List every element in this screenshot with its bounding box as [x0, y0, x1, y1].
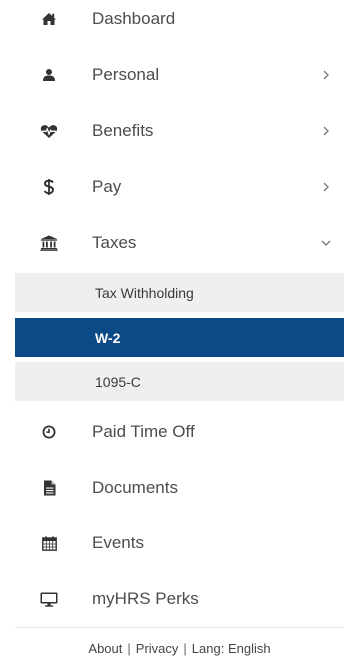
- chevron-right-icon: [320, 181, 332, 193]
- footer-divider: [15, 627, 344, 628]
- nav-item-label: Paid Time Off: [92, 422, 195, 441]
- subnav-item-tax-withholding[interactable]: Tax Withholding: [15, 273, 344, 312]
- language-link[interactable]: Lang: English: [192, 641, 271, 656]
- nav-item-label: Benefits: [92, 121, 154, 140]
- nav-item-label: Events: [92, 533, 144, 552]
- nav-item-myhrs-perks[interactable]: myHRS Perks: [0, 571, 344, 627]
- nav-item-paid-time-off[interactable]: Paid Time Off: [0, 404, 344, 460]
- clock-icon: [39, 422, 59, 442]
- nav-item-dashboard[interactable]: Dashboard: [0, 0, 344, 47]
- nav-item-benefits[interactable]: Benefits: [0, 103, 344, 159]
- heartbeat-icon: [39, 121, 59, 141]
- nav-item-label: Personal: [92, 65, 160, 84]
- nav-item-label: Documents: [92, 478, 178, 497]
- nav-item-events[interactable]: Events: [0, 515, 344, 571]
- privacy-link[interactable]: Privacy: [136, 641, 179, 656]
- nav-item-label: Taxes: [92, 233, 137, 252]
- nav-item-taxes[interactable]: Taxes: [0, 215, 344, 271]
- subnav-item-label: Tax Withholding: [95, 284, 194, 301]
- nav-item-label: Dashboard: [92, 9, 176, 28]
- nav-item-personal[interactable]: Personal: [0, 47, 344, 103]
- nav-item-label: Pay: [92, 177, 122, 196]
- person-icon: [39, 65, 59, 85]
- dollar-icon: [39, 177, 59, 197]
- calendar-icon: [39, 533, 59, 553]
- chevron-down-icon: [320, 237, 332, 249]
- subnav-item-label: 1095-C: [95, 373, 141, 390]
- chevron-right-icon: [320, 125, 332, 137]
- subnav-item-w2[interactable]: W-2: [15, 318, 344, 357]
- bank-icon: [39, 233, 59, 253]
- footer-separator: |: [183, 641, 187, 656]
- about-link[interactable]: About: [88, 641, 122, 656]
- nav-item-documents[interactable]: Documents: [0, 460, 344, 516]
- footer-links: About | Privacy | Lang: English: [15, 641, 344, 656]
- chevron-right-icon: [320, 69, 332, 81]
- subnav-item-label: W-2: [95, 329, 121, 346]
- nav-item-pay[interactable]: Pay: [0, 159, 344, 215]
- monitor-icon: [39, 589, 59, 609]
- home-icon: [39, 9, 59, 29]
- footer-separator: |: [127, 641, 131, 656]
- document-icon: [39, 478, 59, 498]
- subnav-item-1095c[interactable]: 1095-C: [15, 362, 344, 401]
- nav-item-label: myHRS Perks: [92, 589, 199, 608]
